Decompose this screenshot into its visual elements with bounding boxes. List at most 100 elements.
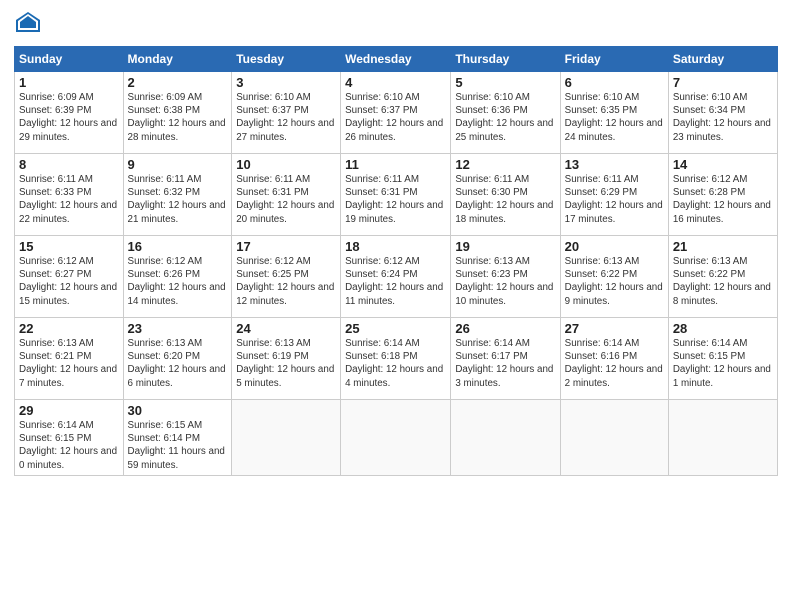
table-row: 27 Sunrise: 6:14 AMSunset: 6:16 PMDayligh…	[560, 318, 668, 400]
cell-details: Sunrise: 6:14 AMSunset: 6:18 PMDaylight:…	[345, 338, 443, 389]
day-number: 20	[565, 239, 664, 254]
day-number: 8	[19, 157, 119, 172]
week-row-2: 8 Sunrise: 6:11 AMSunset: 6:33 PMDaylight…	[15, 154, 778, 236]
day-number: 29	[19, 403, 119, 418]
cell-details: Sunrise: 6:12 AMSunset: 6:26 PMDaylight:…	[128, 256, 226, 307]
table-row: 11 Sunrise: 6:11 AMSunset: 6:31 PMDayligh…	[341, 154, 451, 236]
header	[14, 10, 778, 38]
cell-details: Sunrise: 6:09 AMSunset: 6:38 PMDaylight:…	[128, 92, 226, 143]
day-number: 18	[345, 239, 446, 254]
cell-details: Sunrise: 6:12 AMSunset: 6:24 PMDaylight:…	[345, 256, 443, 307]
table-row: 5 Sunrise: 6:10 AMSunset: 6:36 PMDaylight…	[451, 72, 560, 154]
day-number: 2	[128, 75, 228, 90]
day-number: 15	[19, 239, 119, 254]
week-row-3: 15 Sunrise: 6:12 AMSunset: 6:27 PMDayligh…	[15, 236, 778, 318]
table-row: 4 Sunrise: 6:10 AMSunset: 6:37 PMDaylight…	[341, 72, 451, 154]
cell-details: Sunrise: 6:12 AMSunset: 6:25 PMDaylight:…	[236, 256, 334, 307]
table-row: 12 Sunrise: 6:11 AMSunset: 6:30 PMDayligh…	[451, 154, 560, 236]
day-number: 28	[673, 321, 773, 336]
cell-details: Sunrise: 6:11 AMSunset: 6:29 PMDaylight:…	[565, 174, 663, 225]
cell-details: Sunrise: 6:10 AMSunset: 6:37 PMDaylight:…	[236, 92, 334, 143]
day-number: 21	[673, 239, 773, 254]
col-header-friday: Friday	[560, 47, 668, 72]
day-number: 1	[19, 75, 119, 90]
day-number: 6	[565, 75, 664, 90]
week-row-1: 1 Sunrise: 6:09 AMSunset: 6:39 PMDaylight…	[15, 72, 778, 154]
cell-details: Sunrise: 6:12 AMSunset: 6:27 PMDaylight:…	[19, 256, 117, 307]
day-number: 14	[673, 157, 773, 172]
table-row: 9 Sunrise: 6:11 AMSunset: 6:32 PMDaylight…	[123, 154, 232, 236]
table-row: 19 Sunrise: 6:13 AMSunset: 6:23 PMDayligh…	[451, 236, 560, 318]
cell-details: Sunrise: 6:13 AMSunset: 6:20 PMDaylight:…	[128, 338, 226, 389]
day-number: 22	[19, 321, 119, 336]
week-row-5: 29 Sunrise: 6:14 AMSunset: 6:15 PMDayligh…	[15, 400, 778, 476]
day-number: 30	[128, 403, 228, 418]
logo	[14, 10, 46, 38]
cell-details: Sunrise: 6:13 AMSunset: 6:23 PMDaylight:…	[455, 256, 553, 307]
calendar-body: 1 Sunrise: 6:09 AMSunset: 6:39 PMDaylight…	[15, 72, 778, 476]
cell-details: Sunrise: 6:11 AMSunset: 6:31 PMDaylight:…	[345, 174, 443, 225]
cell-details: Sunrise: 6:13 AMSunset: 6:21 PMDaylight:…	[19, 338, 117, 389]
table-row: 26 Sunrise: 6:14 AMSunset: 6:17 PMDayligh…	[451, 318, 560, 400]
table-row	[668, 400, 777, 476]
cell-details: Sunrise: 6:10 AMSunset: 6:35 PMDaylight:…	[565, 92, 663, 143]
col-header-saturday: Saturday	[668, 47, 777, 72]
cell-details: Sunrise: 6:11 AMSunset: 6:33 PMDaylight:…	[19, 174, 117, 225]
day-number: 26	[455, 321, 555, 336]
col-header-thursday: Thursday	[451, 47, 560, 72]
cell-details: Sunrise: 6:14 AMSunset: 6:17 PMDaylight:…	[455, 338, 553, 389]
day-number: 25	[345, 321, 446, 336]
day-number: 11	[345, 157, 446, 172]
week-row-4: 22 Sunrise: 6:13 AMSunset: 6:21 PMDayligh…	[15, 318, 778, 400]
day-number: 17	[236, 239, 336, 254]
day-number: 5	[455, 75, 555, 90]
cell-details: Sunrise: 6:15 AMSunset: 6:14 PMDaylight:…	[128, 420, 225, 471]
table-row: 18 Sunrise: 6:12 AMSunset: 6:24 PMDayligh…	[341, 236, 451, 318]
cell-details: Sunrise: 6:11 AMSunset: 6:32 PMDaylight:…	[128, 174, 226, 225]
cell-details: Sunrise: 6:13 AMSunset: 6:22 PMDaylight:…	[565, 256, 663, 307]
cell-details: Sunrise: 6:10 AMSunset: 6:36 PMDaylight:…	[455, 92, 553, 143]
day-number: 27	[565, 321, 664, 336]
table-row	[341, 400, 451, 476]
table-row: 30 Sunrise: 6:15 AMSunset: 6:14 PMDayligh…	[123, 400, 232, 476]
column-headers-row: SundayMondayTuesdayWednesdayThursdayFrid…	[15, 47, 778, 72]
day-number: 19	[455, 239, 555, 254]
day-number: 23	[128, 321, 228, 336]
table-row: 22 Sunrise: 6:13 AMSunset: 6:21 PMDayligh…	[15, 318, 124, 400]
table-row: 14 Sunrise: 6:12 AMSunset: 6:28 PMDayligh…	[668, 154, 777, 236]
cell-details: Sunrise: 6:13 AMSunset: 6:22 PMDaylight:…	[673, 256, 771, 307]
table-row: 28Sunrise: 6:14 AMSunset: 6:15 PMDayligh…	[668, 318, 777, 400]
table-row	[451, 400, 560, 476]
table-row: 20 Sunrise: 6:13 AMSunset: 6:22 PMDayligh…	[560, 236, 668, 318]
day-number: 13	[565, 157, 664, 172]
table-row: 6 Sunrise: 6:10 AMSunset: 6:35 PMDaylight…	[560, 72, 668, 154]
col-header-sunday: Sunday	[15, 47, 124, 72]
table-row: 1 Sunrise: 6:09 AMSunset: 6:39 PMDaylight…	[15, 72, 124, 154]
day-number: 9	[128, 157, 228, 172]
table-row: 29 Sunrise: 6:14 AMSunset: 6:15 PMDayligh…	[15, 400, 124, 476]
page: SundayMondayTuesdayWednesdayThursdayFrid…	[0, 0, 792, 612]
day-number: 10	[236, 157, 336, 172]
cell-details: Sunrise: 6:10 AMSunset: 6:37 PMDaylight:…	[345, 92, 443, 143]
day-number: 24	[236, 321, 336, 336]
table-row: 21 Sunrise: 6:13 AMSunset: 6:22 PMDayligh…	[668, 236, 777, 318]
day-number: 12	[455, 157, 555, 172]
table-row: 17 Sunrise: 6:12 AMSunset: 6:25 PMDayligh…	[232, 236, 341, 318]
cell-details: Sunrise: 6:12 AMSunset: 6:28 PMDaylight:…	[673, 174, 771, 225]
col-header-tuesday: Tuesday	[232, 47, 341, 72]
table-row	[232, 400, 341, 476]
table-row: 13 Sunrise: 6:11 AMSunset: 6:29 PMDayligh…	[560, 154, 668, 236]
calendar-table: SundayMondayTuesdayWednesdayThursdayFrid…	[14, 46, 778, 476]
cell-details: Sunrise: 6:14 AMSunset: 6:15 PMDaylight:…	[19, 420, 117, 471]
table-row: 3Sunrise: 6:10 AMSunset: 6:37 PMDaylight…	[232, 72, 341, 154]
day-number: 4	[345, 75, 446, 90]
table-row: 16Sunrise: 6:12 AMSunset: 6:26 PMDayligh…	[123, 236, 232, 318]
logo-icon	[14, 10, 42, 38]
table-row: 2 Sunrise: 6:09 AMSunset: 6:38 PMDaylight…	[123, 72, 232, 154]
table-row: 8 Sunrise: 6:11 AMSunset: 6:33 PMDaylight…	[15, 154, 124, 236]
cell-details: Sunrise: 6:14 AMSunset: 6:16 PMDaylight:…	[565, 338, 663, 389]
day-number: 7	[673, 75, 773, 90]
cell-details: Sunrise: 6:09 AMSunset: 6:39 PMDaylight:…	[19, 92, 117, 143]
cell-details: Sunrise: 6:11 AMSunset: 6:30 PMDaylight:…	[455, 174, 553, 225]
col-header-monday: Monday	[123, 47, 232, 72]
